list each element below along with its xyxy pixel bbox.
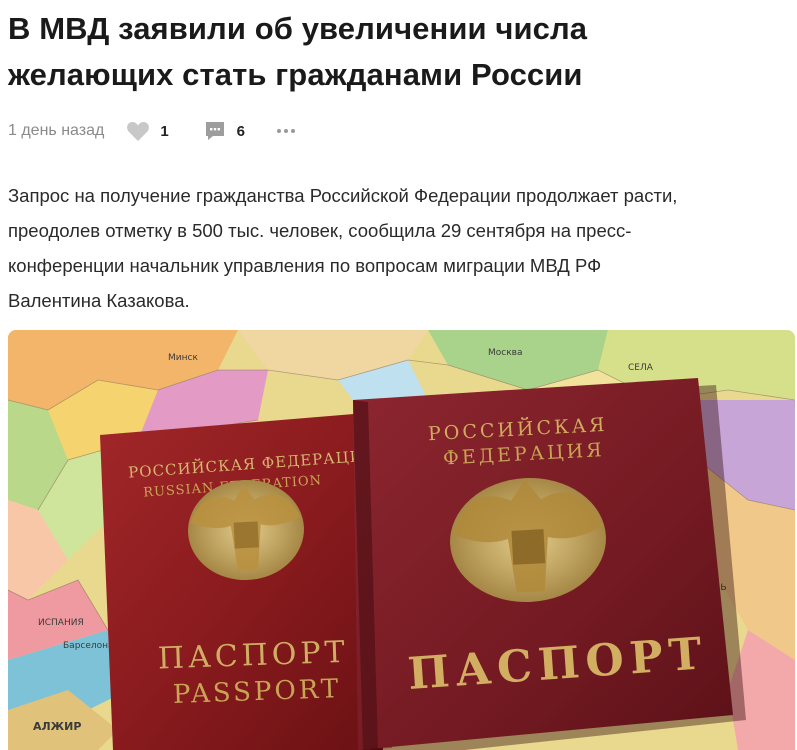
lead-line: Валентина Казакова. xyxy=(8,290,190,311)
comment-count: 6 xyxy=(236,122,246,140)
article: В МВД заявили об увеличении числа желающ… xyxy=(0,0,797,750)
comment-icon xyxy=(205,122,224,140)
svg-text:АЛЖИР: АЛЖИР xyxy=(33,720,81,733)
article-lead: Запрос на получение гражданства Российск… xyxy=(8,178,792,318)
article-title: В МВД заявили об увеличении числа желающ… xyxy=(8,6,788,98)
like-button[interactable]: 1 xyxy=(126,120,169,142)
more-options-button[interactable] xyxy=(275,125,297,137)
article-title-line: В МВД заявили об увеличении числа xyxy=(8,11,588,46)
svg-text:ИСПАНИЯ: ИСПАНИЯ xyxy=(38,618,84,628)
left-passport: РОССИЙСКАЯ ФЕДЕРАЦИЯ RUSSIAN FEDERATION … xyxy=(100,412,392,750)
heart-icon xyxy=(127,122,150,141)
lead-line: преодолев отметку в 500 тыс. человек, со… xyxy=(8,220,632,241)
more-dots-icon xyxy=(277,129,296,133)
lead-line: Запрос на получение гражданства Российск… xyxy=(8,185,678,206)
svg-text:Барселона: Барселона xyxy=(63,641,114,651)
comments-button[interactable]: 6 xyxy=(203,119,245,143)
right-passport: РОССИЙСКАЯ ФЕДЕРАЦИЯ ПАСПОРТ xyxy=(353,378,746,750)
article-photo[interactable]: ИСПАНИЯ Барселона АЛЖИР СЕЛА АВЬ Минск М… xyxy=(8,330,795,750)
lead-line: конференции начальник управления по вопр… xyxy=(8,255,602,276)
article-meta: 1 день назад 1 6 xyxy=(8,116,788,146)
publish-time: 1 день назад xyxy=(8,122,105,139)
svg-text:СЕЛА: СЕЛА xyxy=(628,363,654,373)
svg-text:ПАСПОРТ: ПАСПОРТ xyxy=(157,635,349,677)
svg-text:PASSPORT: PASSPORT xyxy=(172,674,341,710)
like-count: 1 xyxy=(160,122,169,140)
passports-on-map-image: ИСПАНИЯ Барселона АЛЖИР СЕЛА АВЬ Минск М… xyxy=(8,330,795,750)
article-title-line: желающих стать гражданами России xyxy=(8,57,583,92)
svg-text:Минск: Минск xyxy=(168,353,198,363)
svg-text:Москва: Москва xyxy=(488,348,522,358)
